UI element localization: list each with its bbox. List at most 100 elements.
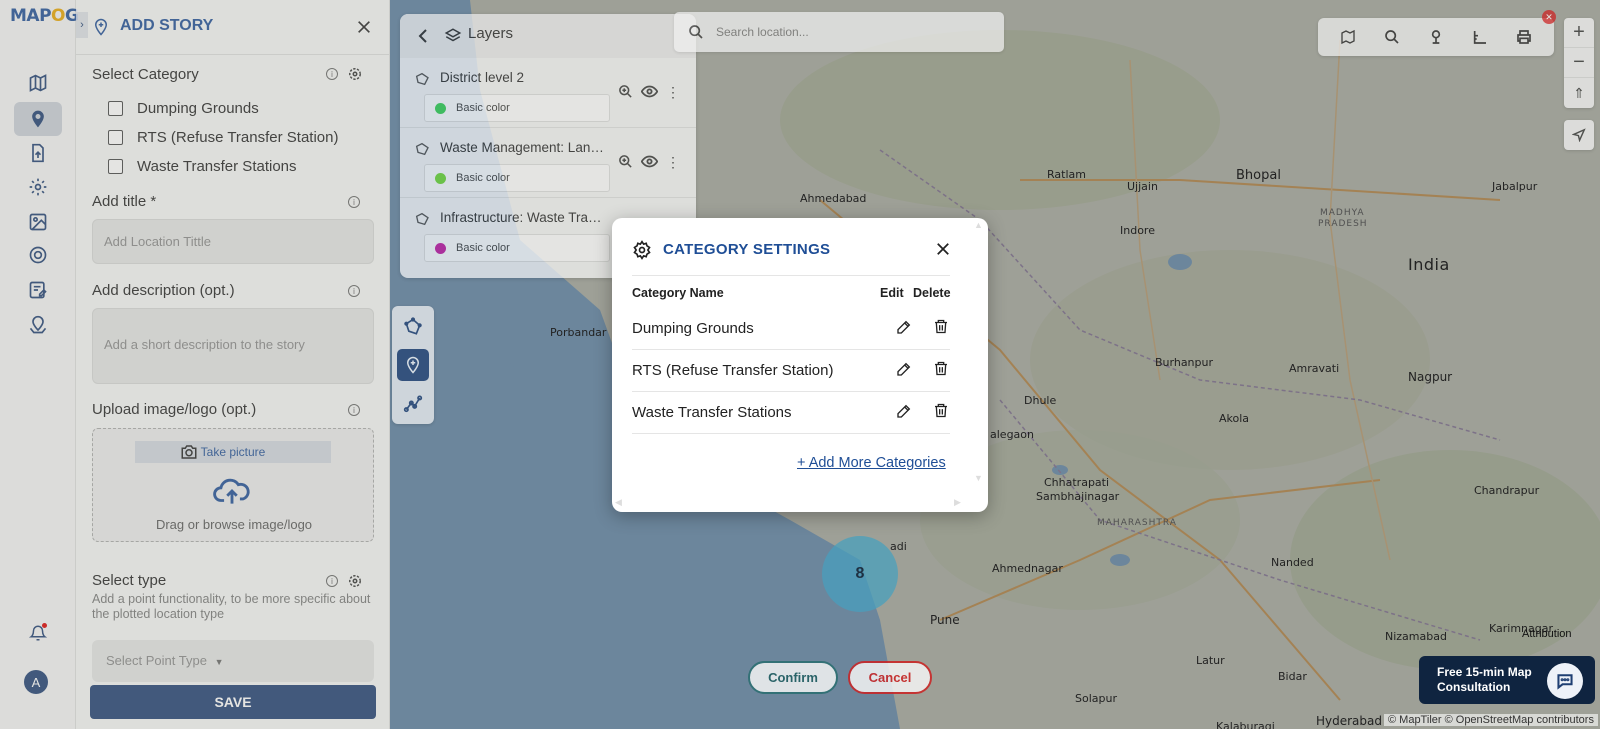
category-checkbox-row[interactable]: RTS (Refuse Transfer Station) xyxy=(108,129,338,146)
rail-forms-button[interactable] xyxy=(14,273,62,307)
category-label: Waste Transfer Stations xyxy=(137,158,297,175)
trash-icon[interactable] xyxy=(933,402,949,419)
add-description-label: Add description (opt.) xyxy=(92,282,235,299)
rail-settings-button[interactable] xyxy=(14,170,62,204)
title-input[interactable]: Add Location Tittle xyxy=(92,219,374,264)
category-row: RTS (Refuse Transfer Station) xyxy=(632,350,950,392)
user-avatar[interactable]: A xyxy=(24,670,48,694)
location-marker-icon[interactable] xyxy=(1428,29,1444,45)
trash-icon[interactable] xyxy=(933,318,949,335)
app-logo[interactable]: MAPOG xyxy=(10,6,79,26)
chat-button[interactable] xyxy=(1547,663,1583,699)
polyline-icon xyxy=(403,395,423,413)
avatar-letter: A xyxy=(31,674,41,690)
scroll-right-arrow[interactable]: ▶ xyxy=(954,497,961,508)
take-picture-button[interactable]: Take picture xyxy=(135,441,331,463)
compass-icon: ⇑ xyxy=(1573,84,1585,101)
zoom-to-layer-icon[interactable] xyxy=(618,154,633,169)
description-input[interactable]: Add a short description to the story xyxy=(92,308,374,384)
zoom-out-button[interactable]: − xyxy=(1564,48,1594,78)
panel-title: ADD STORY xyxy=(120,17,214,34)
rail-upload-button[interactable] xyxy=(14,136,62,170)
eye-icon[interactable] xyxy=(641,85,658,98)
print-icon[interactable] xyxy=(1516,29,1532,45)
layer-name: District level 2 xyxy=(440,70,525,85)
color-dot xyxy=(435,173,446,184)
search-input[interactable] xyxy=(716,21,986,43)
point-tool-button[interactable] xyxy=(397,349,429,381)
layer-color-picker[interactable]: Basic color xyxy=(424,164,610,192)
zoom-to-layer-icon[interactable] xyxy=(618,84,633,99)
point-type-select[interactable]: Select Point Type ▼ xyxy=(92,640,374,682)
zoom-controls: + − ⇑ xyxy=(1564,18,1594,108)
scroll-down-arrow[interactable]: ▼ xyxy=(974,473,983,483)
layer-item[interactable]: District level 2 Basic color ⋮ xyxy=(400,58,696,128)
layer-color-picker[interactable]: Basic color xyxy=(424,94,610,122)
save-button[interactable]: SAVE xyxy=(90,685,376,719)
rail-config-button[interactable] xyxy=(14,238,62,272)
color-dot xyxy=(435,243,446,254)
info-icon[interactable]: i xyxy=(326,575,338,587)
geolocate-button[interactable] xyxy=(1564,120,1594,150)
gallery-icon xyxy=(29,213,47,231)
close-panel-icon[interactable] xyxy=(356,19,372,35)
upload-label: Upload image/logo (opt.) xyxy=(92,401,257,418)
category-checkbox-row[interactable]: Dumping Grounds xyxy=(108,100,259,117)
info-icon[interactable]: i xyxy=(348,285,360,297)
rail-gallery-button[interactable] xyxy=(14,205,62,239)
checkbox[interactable] xyxy=(108,130,123,145)
cancel-button[interactable]: Cancel xyxy=(848,661,932,694)
category-settings-icon[interactable] xyxy=(348,67,362,81)
chevron-left-icon[interactable] xyxy=(418,29,428,43)
map-toolbar xyxy=(1318,18,1554,56)
location-search[interactable] xyxy=(674,12,1004,52)
line-tool-button[interactable] xyxy=(397,387,429,419)
more-vertical-icon[interactable]: ⋮ xyxy=(666,155,680,169)
modal-divider xyxy=(632,275,950,276)
layer-color-picker[interactable]: Basic color xyxy=(424,234,610,262)
modal-close-button[interactable] xyxy=(932,238,954,260)
rail-notifications-button[interactable] xyxy=(14,616,62,650)
more-vertical-icon[interactable]: ⋮ xyxy=(666,85,680,99)
rail-pin-check-button[interactable] xyxy=(14,308,62,342)
layer-name: Waste Management: Landfill Sites xyxy=(440,140,605,155)
edit-pencil-icon[interactable] xyxy=(896,361,912,377)
trash-icon[interactable] xyxy=(933,360,949,377)
info-icon[interactable]: i xyxy=(348,404,360,416)
close-badge-icon[interactable]: ✕ xyxy=(1542,10,1556,24)
polygon-layer-icon xyxy=(415,212,429,226)
attribution-link[interactable]: Attribution xyxy=(1522,628,1572,640)
map-copyright[interactable]: © MapTiler © OpenStreetMap contributors xyxy=(1384,714,1598,726)
zoom-in-button[interactable]: + xyxy=(1564,18,1594,48)
category-checkbox-row[interactable]: Waste Transfer Stations xyxy=(108,158,297,175)
add-more-categories-link[interactable]: + Add More Categories xyxy=(797,455,946,471)
layer-color-label: Basic color xyxy=(456,102,510,114)
scroll-up-arrow[interactable]: ▲ xyxy=(974,220,983,230)
add-location-icon xyxy=(94,18,108,36)
edit-pencil-icon[interactable] xyxy=(896,319,912,335)
info-icon[interactable]: i xyxy=(326,68,338,80)
rail-map-button[interactable] xyxy=(14,66,62,100)
marker-cluster[interactable]: 8 xyxy=(822,536,898,612)
rail-add-story-button[interactable] xyxy=(14,102,62,136)
polygon-layer-icon xyxy=(415,72,429,86)
collapse-toggle[interactable]: › xyxy=(76,12,88,38)
scroll-left-arrow[interactable]: ◀ xyxy=(615,497,622,508)
category-name: Waste Transfer Stations xyxy=(632,404,792,421)
type-settings-icon[interactable] xyxy=(348,574,362,588)
confirm-button[interactable]: Confirm xyxy=(748,661,838,694)
compass-button[interactable]: ⇑ xyxy=(1564,78,1594,108)
checkbox[interactable] xyxy=(108,159,123,174)
upload-dropzone[interactable]: Take picture Drag or browse image/logo xyxy=(92,428,374,542)
basemap-icon[interactable] xyxy=(1340,29,1356,45)
consultation-banner[interactable]: Free 15-min Map Consultation xyxy=(1419,656,1595,704)
layer-item[interactable]: Waste Management: Landfill Sites Basic c… xyxy=(400,128,696,198)
edit-pencil-icon[interactable] xyxy=(896,403,912,419)
info-icon[interactable]: i xyxy=(348,196,360,208)
measure-icon[interactable] xyxy=(1472,29,1488,45)
layer-actions: ⋮ xyxy=(618,84,680,99)
checkbox[interactable] xyxy=(108,101,123,116)
eye-icon[interactable] xyxy=(641,155,658,168)
polygon-tool-button[interactable] xyxy=(397,311,429,343)
search-icon[interactable] xyxy=(1384,29,1400,45)
